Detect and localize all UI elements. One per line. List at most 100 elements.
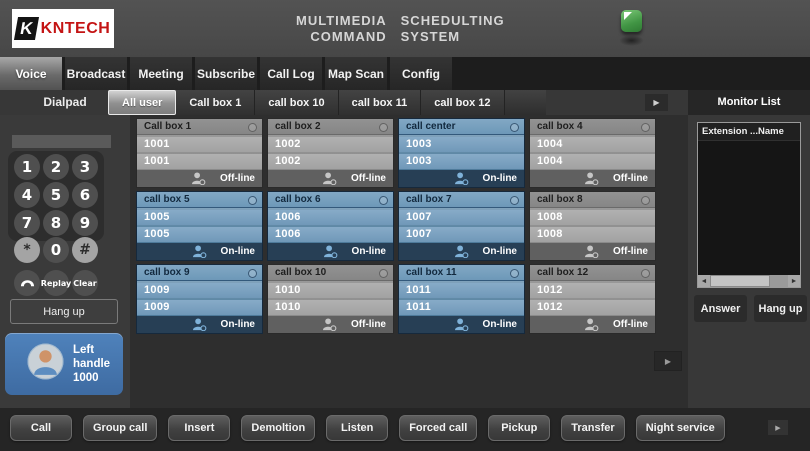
dialpad-hangup-button[interactable]: Hang up <box>10 299 118 324</box>
call-box-extension-2: 1001 <box>137 154 262 169</box>
extension-column-header: Extension ... <box>698 126 758 137</box>
user-tab-call-box-12[interactable]: call box 12 <box>421 90 504 115</box>
brand-logo: K KNTECH <box>12 9 114 48</box>
tab-call-log[interactable]: Call Log <box>260 57 322 90</box>
call-box-card-call-box-2[interactable]: call box 210021002Off-line <box>267 118 394 188</box>
zero-key[interactable]: 0 <box>43 237 69 263</box>
brand-k-icon: K <box>14 17 39 40</box>
replay-button[interactable]: Replay <box>43 270 69 296</box>
night-service-button[interactable]: Night service <box>636 415 725 441</box>
header-bar: K KNTECH MULTIMEDIA SCHEDULTING COMMAND … <box>0 0 810 57</box>
digit-key-5[interactable]: 5 <box>43 182 69 208</box>
handle-extension: 1000 <box>73 372 99 384</box>
digit-key-8[interactable]: 8 <box>43 210 69 236</box>
call-box-extension-2: 1008 <box>530 227 655 242</box>
digit-key-1[interactable]: 1 <box>14 154 40 180</box>
tab-map-scan[interactable]: Map Scan <box>325 57 387 90</box>
call-box-footer: Off-line <box>530 170 655 187</box>
call-box-header: call center <box>399 119 524 135</box>
call-button[interactable]: Call <box>10 415 72 441</box>
digit-key-3[interactable]: 3 <box>72 154 98 180</box>
transfer-button[interactable]: Transfer <box>561 415 624 441</box>
call-box-footer: On-line <box>137 316 262 333</box>
monitor-hangup-button[interactable]: Hang up <box>754 295 807 322</box>
next-arrow-icon: ▶ <box>665 357 671 366</box>
star-key[interactable]: * <box>14 237 40 263</box>
clear-button[interactable]: Clear <box>72 270 98 296</box>
forced-call-button[interactable]: Forced call <box>399 415 477 441</box>
demoltion-button[interactable]: Demoltion <box>241 415 315 441</box>
digit-key-6[interactable]: 6 <box>72 182 98 208</box>
tab-broadcast[interactable]: Broadcast <box>65 57 127 90</box>
call-box-extension-2: 1007 <box>399 227 524 242</box>
person-status-icon <box>323 245 338 258</box>
digit-key-9[interactable]: 9 <box>72 210 98 236</box>
person-status-icon <box>322 318 337 331</box>
operator-handle-card[interactable]: Left handle 1000 <box>5 333 123 395</box>
user-tabs-next-button[interactable]: ▶ <box>645 94 668 111</box>
call-box-card-call-box-9[interactable]: call box 910091009On-line <box>136 264 263 334</box>
call-box-extension-2: 1012 <box>530 300 655 315</box>
digit-key-4[interactable]: 4 <box>14 182 40 208</box>
call-box-grid: Call box 110011001Off-linecall box 21002… <box>136 118 656 334</box>
digit-key-2[interactable]: 2 <box>43 154 69 180</box>
scroll-left-icon[interactable]: ◄ <box>698 275 710 287</box>
person-status-icon <box>584 172 599 185</box>
person-status-icon <box>192 318 207 331</box>
tab-config[interactable]: Config <box>390 57 452 90</box>
tab-voice[interactable]: Voice <box>0 57 62 90</box>
answer-button[interactable]: Answer <box>694 295 747 322</box>
call-box-extension-2: 1009 <box>137 300 262 315</box>
scroll-right-icon[interactable]: ► <box>788 275 800 287</box>
monitor-listbox[interactable]: Extension ... Name ◄ ► <box>697 122 801 288</box>
horizontal-scrollbar[interactable]: ◄ ► <box>698 275 800 287</box>
insert-button[interactable]: Insert <box>168 415 230 441</box>
listen-button[interactable]: Listen <box>326 415 388 441</box>
call-box-card-call-box-6[interactable]: call box 610061006On-line <box>267 191 394 261</box>
brand-name: KNTECH <box>41 20 111 38</box>
scrollbar-thumb[interactable] <box>710 275 770 287</box>
tag-dot-icon <box>641 269 650 278</box>
actions-next-button[interactable]: ▶ <box>768 420 788 435</box>
call-box-card-call-box-11[interactable]: call box 1110111011On-line <box>398 264 525 334</box>
pickup-button[interactable]: Pickup <box>488 415 550 441</box>
person-status-icon <box>584 318 599 331</box>
call-box-extension-2: 1010 <box>268 300 393 315</box>
tag-dot-icon <box>379 123 388 132</box>
user-tab-call-box-11[interactable]: call box 11 <box>339 90 422 115</box>
dial-display-input[interactable] <box>12 135 111 148</box>
group-call-button[interactable]: Group call <box>83 415 157 441</box>
user-tab-all-user[interactable]: All user <box>108 90 176 115</box>
title-word: MULTIMEDIA <box>296 13 387 28</box>
user-tab-call-box-1[interactable]: Call box 1 <box>176 90 255 115</box>
status-label: On-line <box>221 246 255 257</box>
user-tab-call-box-10[interactable]: call box 10 <box>255 90 338 115</box>
hash-key[interactable]: # <box>72 237 98 263</box>
call-box-header: call box 11 <box>399 265 524 281</box>
call-box-card-call-box-12[interactable]: call box 1210121012Off-line <box>529 264 656 334</box>
dialpad-keys-panel: 123 456 789 <box>8 151 104 241</box>
call-box-card-call-box-10[interactable]: call box 1010101010Off-line <box>267 264 394 334</box>
phone-handset-icon <box>20 277 35 289</box>
digit-keys: 123 456 789 <box>14 154 98 236</box>
call-box-card-call-center[interactable]: call center10031003On-line <box>398 118 525 188</box>
tab-meeting[interactable]: Meeting <box>130 57 192 90</box>
status-label: Off-line <box>351 173 386 184</box>
action-buttons: Call Group call Insert Demoltion Listen Force… <box>10 415 725 441</box>
status-label: On-line <box>352 246 386 257</box>
call-box-card-call-box-4[interactable]: call box 410041004Off-line <box>529 118 656 188</box>
call-key[interactable] <box>14 270 40 296</box>
name-column-header: Name <box>758 126 800 137</box>
call-box-header: Call box 1 <box>137 119 262 135</box>
grid-next-page-button[interactable]: ▶ <box>654 351 682 371</box>
tag-dot-icon <box>510 269 519 278</box>
call-box-card-call-box-8[interactable]: call box 810081008Off-line <box>529 191 656 261</box>
digit-key-7[interactable]: 7 <box>14 210 40 236</box>
call-box-header: call box 6 <box>268 192 393 208</box>
tab-subscribe[interactable]: Subscribe <box>195 57 257 90</box>
call-box-card-call-box-5[interactable]: call box 510051005On-line <box>136 191 263 261</box>
call-box-name: call box 4 <box>537 121 583 132</box>
call-box-card-call-box-7[interactable]: call box 710071007On-line <box>398 191 525 261</box>
tag-dot-icon <box>379 269 388 278</box>
call-box-card-call-box-1[interactable]: Call box 110011001Off-line <box>136 118 263 188</box>
